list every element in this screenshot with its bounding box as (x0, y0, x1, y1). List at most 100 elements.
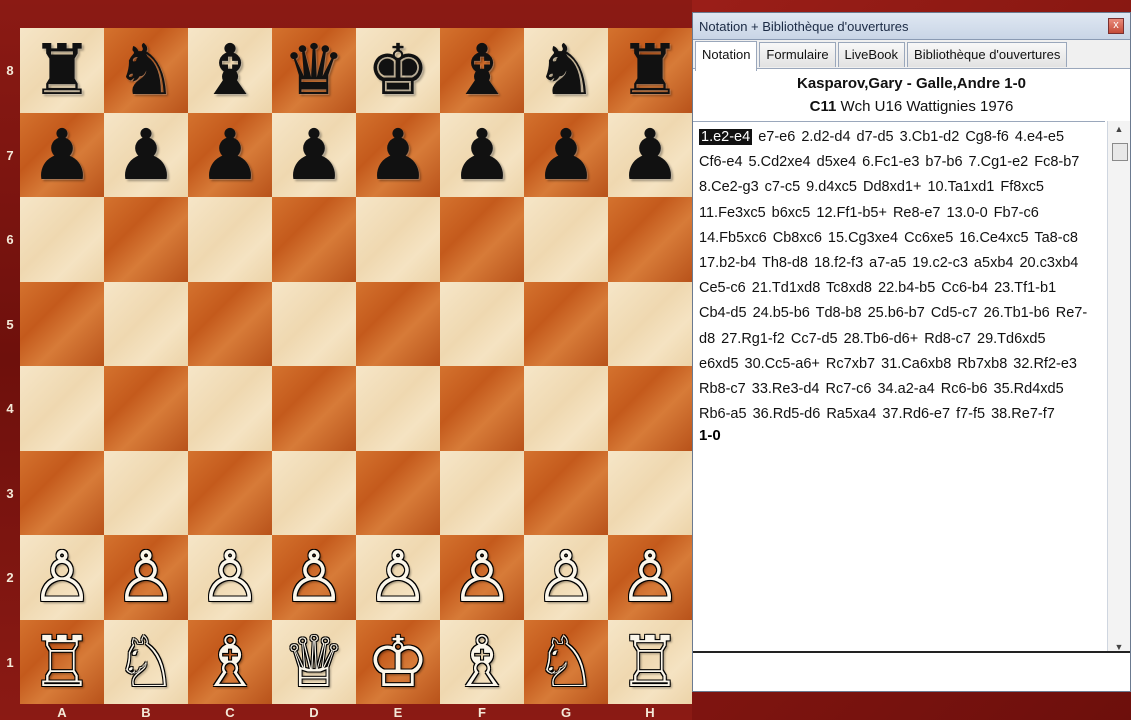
square-g4[interactable] (524, 366, 608, 451)
square-b5[interactable] (104, 281, 188, 366)
square-e6[interactable] (356, 197, 440, 282)
square-e2[interactable]: ♙ (356, 535, 440, 620)
chess-piece[interactable]: ♝ (451, 35, 514, 105)
square-c1[interactable]: ♗ (188, 619, 272, 704)
chess-board[interactable]: ♜ ♞ ♝ ♛ ♚ ♝ ♞ ♜ ♟ ♟ ♟ ♟ ♟ ♟ ♟ ♟ ♙ ♙ ♙ ♙ ♙ ♙ ♙ ♙ ♖ ♘ ♗ ♕ ♔ ♗ ♘ ♖ (20, 28, 692, 704)
square-c4[interactable] (188, 366, 272, 451)
square-h2[interactable]: ♙ (608, 535, 692, 620)
move-text[interactable]: e7-e6 2.d2-d4 d7-d5 3.Cb1-d2 Cg8-f6 4.e4… (699, 129, 1087, 422)
chess-piece[interactable]: ♛ (283, 35, 346, 105)
square-a1[interactable]: ♖ (20, 619, 104, 704)
chess-piece[interactable]: ♟ (115, 120, 178, 190)
square-c3[interactable] (188, 450, 272, 535)
square-f1[interactable]: ♗ (440, 619, 524, 704)
chess-piece[interactable]: ♟ (199, 120, 262, 190)
chess-piece[interactable]: ♚ (367, 35, 430, 105)
chess-piece[interactable]: ♖ (619, 627, 682, 697)
chess-piece[interactable]: ♙ (619, 542, 682, 612)
chess-piece[interactable]: ♔ (367, 627, 430, 697)
scroll-up-icon[interactable]: ▲ (1108, 124, 1130, 134)
square-h1[interactable]: ♖ (608, 619, 692, 704)
vertical-scrollbar[interactable]: ▲ ▼ (1107, 121, 1130, 655)
chess-piece[interactable]: ♝ (199, 35, 262, 105)
chess-piece[interactable]: ♙ (115, 542, 178, 612)
square-f4[interactable] (440, 366, 524, 451)
square-e8[interactable]: ♚ (356, 28, 440, 113)
square-a4[interactable] (20, 366, 104, 451)
square-d4[interactable] (272, 366, 356, 451)
square-f8[interactable]: ♝ (440, 28, 524, 113)
chess-piece[interactable]: ♘ (115, 627, 178, 697)
square-f7[interactable]: ♟ (440, 112, 524, 197)
square-b7[interactable]: ♟ (104, 112, 188, 197)
square-a8[interactable]: ♜ (20, 28, 104, 113)
square-h4[interactable] (608, 366, 692, 451)
chess-piece[interactable]: ♗ (199, 627, 262, 697)
square-g5[interactable] (524, 281, 608, 366)
tab-livebook[interactable]: LiveBook (837, 42, 906, 67)
square-d8[interactable]: ♛ (272, 28, 356, 113)
square-b8[interactable]: ♞ (104, 28, 188, 113)
square-a6[interactable] (20, 197, 104, 282)
square-b6[interactable] (104, 197, 188, 282)
square-f3[interactable] (440, 450, 524, 535)
square-c7[interactable]: ♟ (188, 112, 272, 197)
square-h3[interactable] (608, 450, 692, 535)
square-e4[interactable] (356, 366, 440, 451)
chess-piece[interactable]: ♟ (619, 120, 682, 190)
chess-piece[interactable]: ♘ (535, 627, 598, 697)
chess-piece[interactable]: ♟ (367, 120, 430, 190)
square-c5[interactable] (188, 281, 272, 366)
chess-piece[interactable]: ♟ (535, 120, 598, 190)
square-a5[interactable] (20, 281, 104, 366)
square-g6[interactable] (524, 197, 608, 282)
chess-piece[interactable]: ♜ (31, 35, 94, 105)
square-e3[interactable] (356, 450, 440, 535)
chess-piece[interactable]: ♕ (283, 627, 346, 697)
square-d2[interactable]: ♙ (272, 535, 356, 620)
chess-piece[interactable]: ♞ (535, 35, 598, 105)
square-e7[interactable]: ♟ (356, 112, 440, 197)
square-d1[interactable]: ♕ (272, 619, 356, 704)
square-f6[interactable] (440, 197, 524, 282)
square-d3[interactable] (272, 450, 356, 535)
square-a2[interactable]: ♙ (20, 535, 104, 620)
tab-formulaire[interactable]: Formulaire (759, 42, 836, 67)
tab-notation[interactable]: Notation (695, 41, 758, 71)
square-c6[interactable] (188, 197, 272, 282)
square-g2[interactable]: ♙ (524, 535, 608, 620)
square-b1[interactable]: ♘ (104, 619, 188, 704)
chess-piece[interactable]: ♜ (619, 35, 682, 105)
square-f5[interactable] (440, 281, 524, 366)
chess-piece[interactable]: ♗ (451, 627, 514, 697)
chess-piece[interactable]: ♖ (31, 627, 94, 697)
square-d7[interactable]: ♟ (272, 112, 356, 197)
chess-piece[interactable]: ♙ (31, 542, 94, 612)
current-move[interactable]: 1.e2-e4 (699, 129, 753, 145)
chess-piece[interactable]: ♟ (451, 120, 514, 190)
square-h5[interactable] (608, 281, 692, 366)
comment-input[interactable] (693, 651, 1130, 691)
square-h6[interactable] (608, 197, 692, 282)
square-a7[interactable]: ♟ (20, 112, 104, 197)
square-f2[interactable]: ♙ (440, 535, 524, 620)
tab-bibliothque[interactable]: Bibliothèque d'ouvertures (907, 42, 1068, 67)
square-b4[interactable] (104, 366, 188, 451)
chess-piece[interactable]: ♟ (283, 120, 346, 190)
square-c8[interactable]: ♝ (188, 28, 272, 113)
square-e5[interactable] (356, 281, 440, 366)
square-g7[interactable]: ♟ (524, 112, 608, 197)
close-icon[interactable]: x (1108, 18, 1124, 34)
square-c2[interactable]: ♙ (188, 535, 272, 620)
square-b2[interactable]: ♙ (104, 535, 188, 620)
chess-piece[interactable]: ♙ (451, 542, 514, 612)
square-g8[interactable]: ♞ (524, 28, 608, 113)
square-a3[interactable] (20, 450, 104, 535)
square-d6[interactable] (272, 197, 356, 282)
chess-piece[interactable]: ♙ (535, 542, 598, 612)
square-h8[interactable]: ♜ (608, 28, 692, 113)
square-e1[interactable]: ♔ (356, 619, 440, 704)
moves-area[interactable]: 1.e2-e4 e7-e6 2.d2-d4 d7-d5 3.Cb1-d2 Cg8… (693, 121, 1105, 655)
square-d5[interactable] (272, 281, 356, 366)
square-g1[interactable]: ♘ (524, 619, 608, 704)
